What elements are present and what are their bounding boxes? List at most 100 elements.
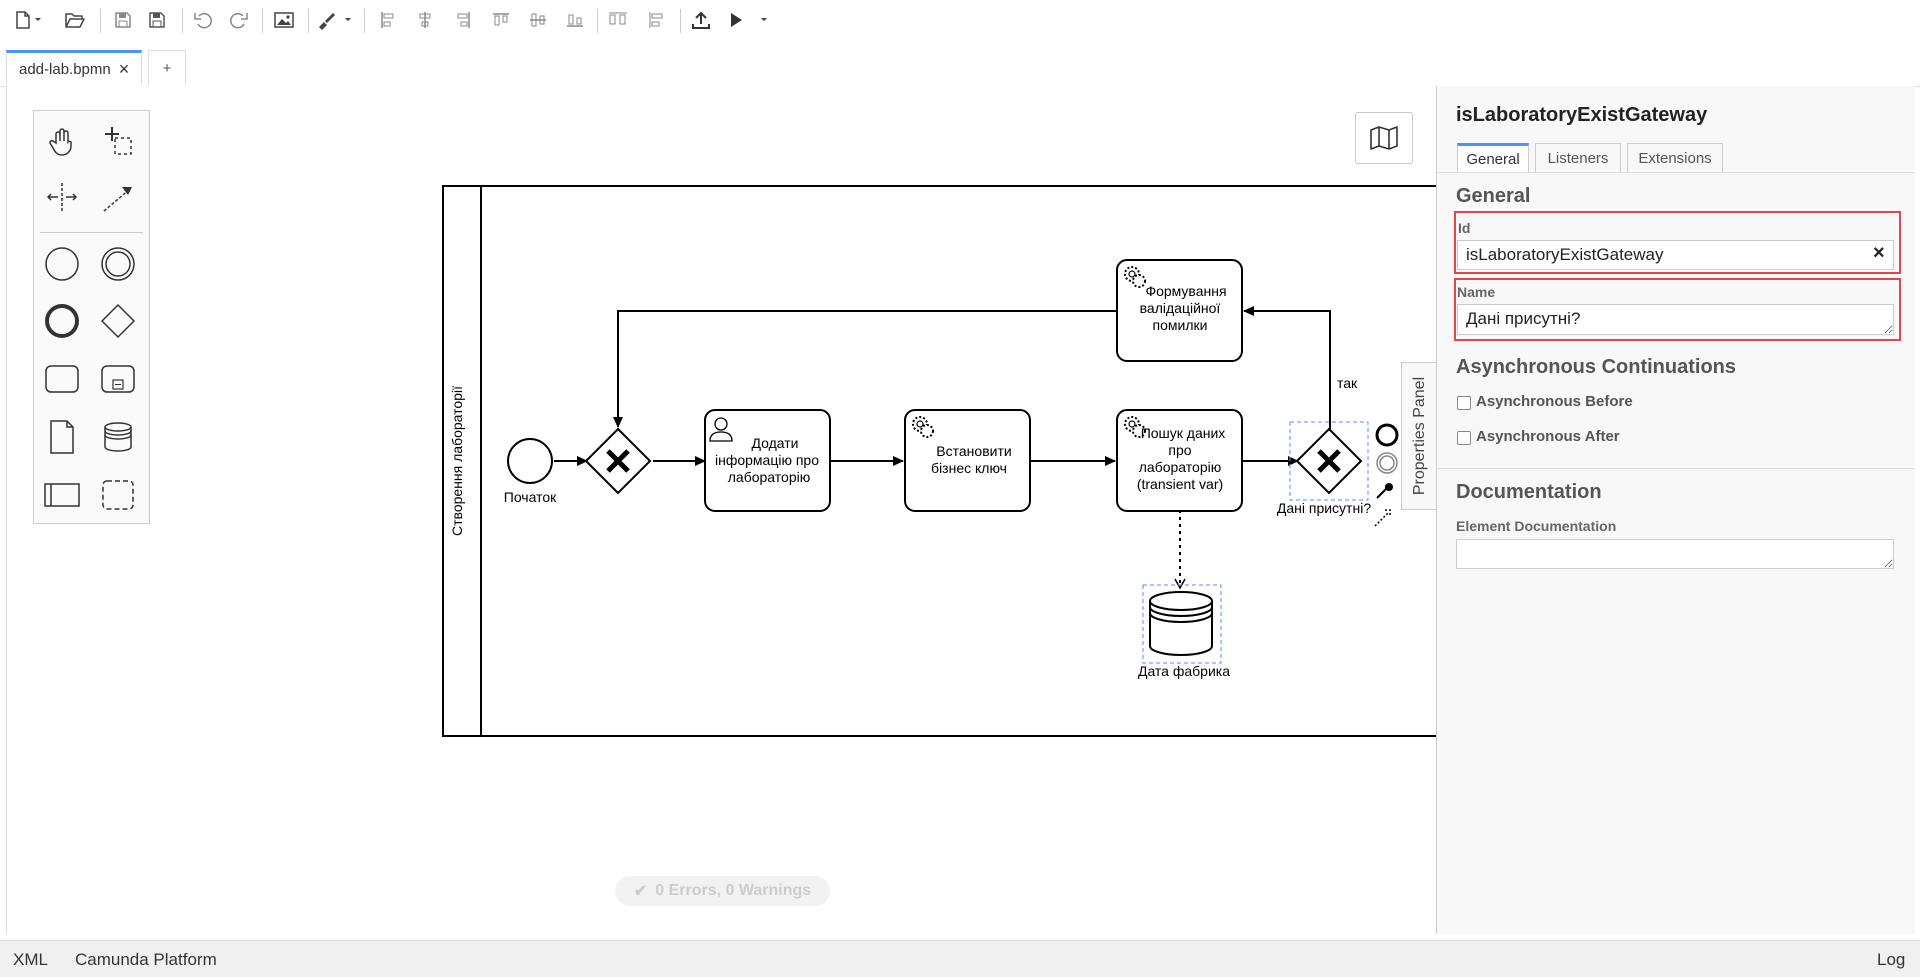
async-after-checkbox[interactable] [1457,431,1471,445]
tab-label: add-lab.bpmn [19,60,111,78]
new-tab-button[interactable]: + [148,50,186,85]
distribute-vertical-button[interactable] [645,6,669,34]
exclusive-gateway-merge[interactable] [584,427,652,495]
create-pool[interactable] [42,475,82,515]
intermediate-event-icon [101,247,135,281]
open-file-button[interactable] [62,6,88,34]
task-validation-error[interactable]: Формування валідаційної помилки [1116,259,1243,362]
save-as-icon [149,12,165,28]
map-icon [1370,126,1398,150]
distribute-horizontal-button[interactable] [606,6,630,34]
new-file-button[interactable] [12,6,46,34]
connect-icon[interactable] [1376,487,1388,499]
create-intermediate-event[interactable] [98,244,138,284]
start-event[interactable]: Початок [504,438,557,505]
task-add-info-line2: інформацію про [715,452,819,468]
subprocess-icon [101,365,135,393]
create-data-store[interactable] [98,417,138,457]
gateway-icon [100,303,136,339]
task-add-info-line3: лабораторію [728,469,810,485]
align-left-button[interactable] [378,6,398,34]
task-search-line3: лабораторію [1139,459,1221,475]
log-button[interactable]: Log [1877,950,1905,970]
lasso-tool[interactable] [98,121,138,161]
align-center-button[interactable] [415,6,435,34]
close-icon[interactable]: × [119,59,130,80]
create-end-event[interactable] [42,301,82,341]
association-icon[interactable] [1374,509,1391,527]
create-subprocess[interactable] [98,359,138,399]
tab-listeners[interactable]: Listeners [1535,143,1621,173]
diagram-canvas[interactable]: Створення лабораторії так Початок Додати… [6,86,1437,934]
create-group[interactable] [98,475,138,515]
tab-extensions[interactable]: Extensions [1627,143,1723,173]
tab-general[interactable]: General [1457,143,1529,173]
undo-button[interactable] [190,6,216,34]
group-icon [102,480,134,510]
create-task[interactable] [42,359,82,399]
align-top-button[interactable] [490,6,512,34]
task-validation-line1: Формування [1145,283,1226,299]
properties-panel-toggle[interactable]: Properties Panel [1401,362,1438,510]
clear-id-icon[interactable]: × [1873,242,1885,265]
task-validation-line2: валідаційної [1140,300,1221,316]
documentation-input[interactable] [1456,539,1894,569]
tab-add-lab[interactable]: add-lab.bpmn × [6,50,142,85]
data-object-icon [50,420,74,454]
align-middle-icon [530,13,546,27]
id-input[interactable] [1457,240,1894,270]
task-search-line1: Пошук даних [1141,425,1226,441]
connect-icon [103,187,132,212]
group-documentation-title: Documentation [1456,481,1602,503]
new-file-icon [16,11,41,29]
export-image-button[interactable] [270,6,298,34]
redo-button[interactable] [226,6,252,34]
play-icon [731,13,767,27]
context-pad[interactable] [1374,423,1399,527]
task-add-info-line1: Додати [752,435,799,451]
name-input[interactable]: Дані присутні? [1457,304,1894,335]
task-business-key[interactable]: Встановити бізнес ключ [904,409,1031,512]
flow-yes-to-validation[interactable] [1243,306,1331,431]
align-top-icon [493,13,509,26]
platform-button[interactable]: Camunda Platform [75,950,217,970]
save-as-button[interactable] [144,6,170,34]
undo-icon [194,12,212,29]
minimap-toggle-button[interactable] [1355,112,1413,164]
toolbar [0,0,1920,42]
create-data-object[interactable] [42,417,82,457]
hand-icon [49,128,72,156]
align-bottom-button[interactable] [564,6,586,34]
align-right-button[interactable] [453,6,473,34]
flow-validation-to-gateway[interactable] [613,310,1116,428]
align-bottom-icon [567,14,583,27]
space-icon [46,183,78,211]
task-add-info[interactable]: Додати інформацію про лабораторію [704,409,831,512]
space-tool[interactable] [42,177,82,217]
color-button[interactable] [314,6,356,34]
global-connect-tool[interactable] [98,177,138,217]
async-before-checkbox[interactable] [1457,396,1471,410]
save-button[interactable] [110,6,136,34]
xml-button[interactable]: XML [13,950,48,970]
linting-status[interactable]: ✔ 0 Errors, 0 Warnings [615,876,830,906]
gateway-label: Дані присутні? [1277,500,1371,516]
name-label: Name [1457,284,1496,300]
exclusive-gateway-data-present[interactable]: Дані присутні? [1277,421,1371,516]
async-after-label: Asynchronous After [1476,428,1620,445]
paint-brush-icon [319,13,351,30]
task-validation-line3: помилки [1153,317,1208,333]
bpmn-diagram: Створення лабораторії так Початок Додати… [442,185,1437,737]
data-store[interactable]: Дата фабрика [1138,584,1230,679]
task-search[interactable]: Пошук даних про лабораторію (transient v… [1116,409,1243,512]
create-gateway[interactable] [98,301,138,341]
deploy-button[interactable] [688,6,714,34]
align-middle-button[interactable] [527,6,549,34]
properties-panel-toggle-label: Properties Panel [1411,376,1428,496]
hand-tool[interactable] [42,121,82,161]
end-event-icon [45,304,79,338]
task-business-key-line1: Встановити [936,443,1011,459]
append-end-event-icon[interactable] [1375,423,1399,447]
create-start-event[interactable] [42,244,82,284]
start-instance-button[interactable] [724,6,772,34]
